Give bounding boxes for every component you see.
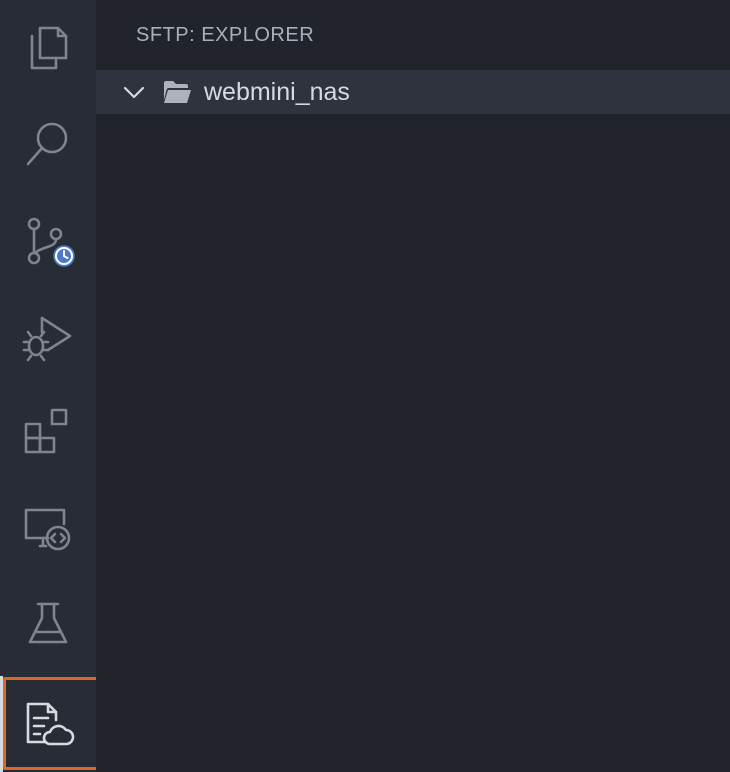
activity-remote-explorer[interactable] <box>0 480 96 576</box>
activity-testing[interactable] <box>0 576 96 672</box>
activity-explorer[interactable] <box>0 0 96 96</box>
activity-source-control[interactable] <box>0 192 96 288</box>
sftp-file-cloud-icon <box>26 702 75 746</box>
active-indicator <box>0 676 3 772</box>
sidebar-title: SFTP: EXPLORER <box>136 24 315 46</box>
remote-explorer-icon <box>24 508 71 551</box>
extensions-icon <box>24 408 68 454</box>
activity-bar <box>0 0 96 772</box>
run-debug-icon <box>22 316 72 362</box>
files-icon <box>30 26 68 70</box>
sidebar: SFTP: EXPLORER webmini_nas <box>96 0 730 772</box>
activity-sftp[interactable] <box>0 676 96 772</box>
activity-extensions[interactable] <box>0 384 96 480</box>
tree-item-folder[interactable]: webmini_nas <box>96 70 730 114</box>
folder-label: webmini_nas <box>204 77 350 106</box>
activity-search[interactable] <box>0 96 96 192</box>
clock-icon <box>50 242 76 268</box>
chevron-down-icon[interactable] <box>122 80 146 104</box>
search-icon <box>26 122 68 166</box>
flask-icon <box>28 602 68 644</box>
folder-open-icon <box>164 81 191 103</box>
activity-run-debug[interactable] <box>0 288 96 384</box>
source-control-icon <box>27 217 76 268</box>
